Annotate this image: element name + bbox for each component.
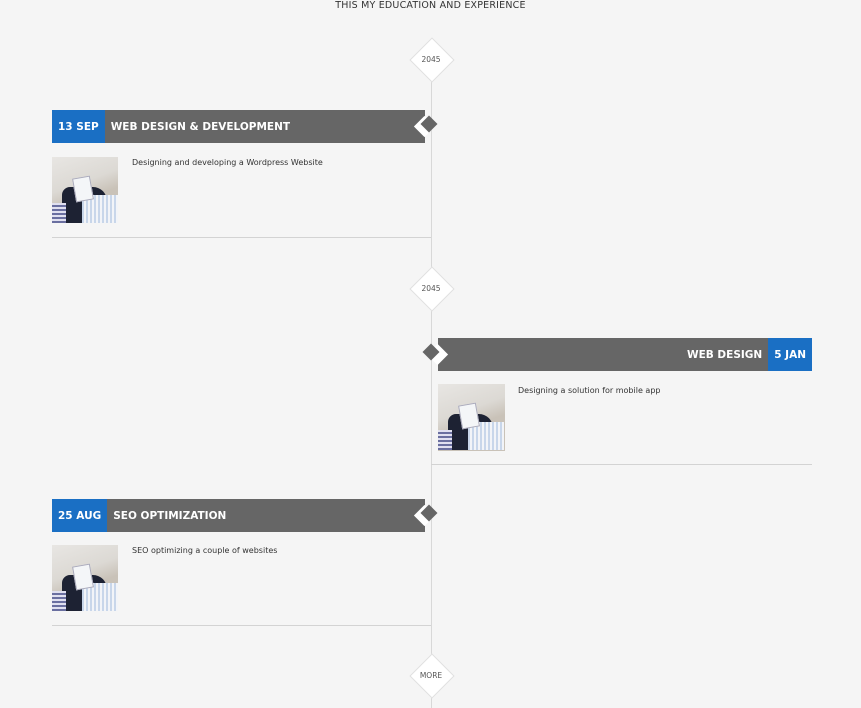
entry-description: Designing and developing a Wordpress Web… [132, 158, 323, 167]
entry-date: 25 AUG [52, 499, 108, 532]
entry-title: WEB DESIGN & DEVELOPMENT [110, 120, 291, 133]
timeline-entry-header: 25 AUG SEO OPTIMIZATION [52, 499, 425, 532]
divider [431, 464, 812, 465]
year-label: 2045 [421, 55, 441, 64]
section-subtitle: THIS MY EDUCATION AND EXPERIENCE [335, 0, 526, 11]
entry-title: WEB DESIGN [687, 348, 763, 361]
more-label[interactable]: MORE [401, 671, 461, 680]
entry-title: SEO OPTIMIZATION [113, 509, 227, 522]
timeline-entry-header: WEB DESIGN 5 JAN [438, 338, 812, 371]
timeline-entry-header: 13 SEP WEB DESIGN & DEVELOPMENT [52, 110, 425, 143]
divider [52, 237, 431, 238]
divider [52, 625, 431, 626]
timeline-line [431, 78, 432, 708]
entry-image [52, 157, 118, 223]
year-label: 2045 [421, 284, 441, 293]
entry-image [438, 384, 505, 451]
entry-description: SEO optimizing a couple of websites [132, 546, 278, 555]
entry-date: 5 JAN [768, 338, 812, 371]
entry-date: 13 SEP [52, 110, 105, 143]
entry-image [52, 545, 118, 611]
entry-description: Designing a solution for mobile app [518, 386, 661, 395]
